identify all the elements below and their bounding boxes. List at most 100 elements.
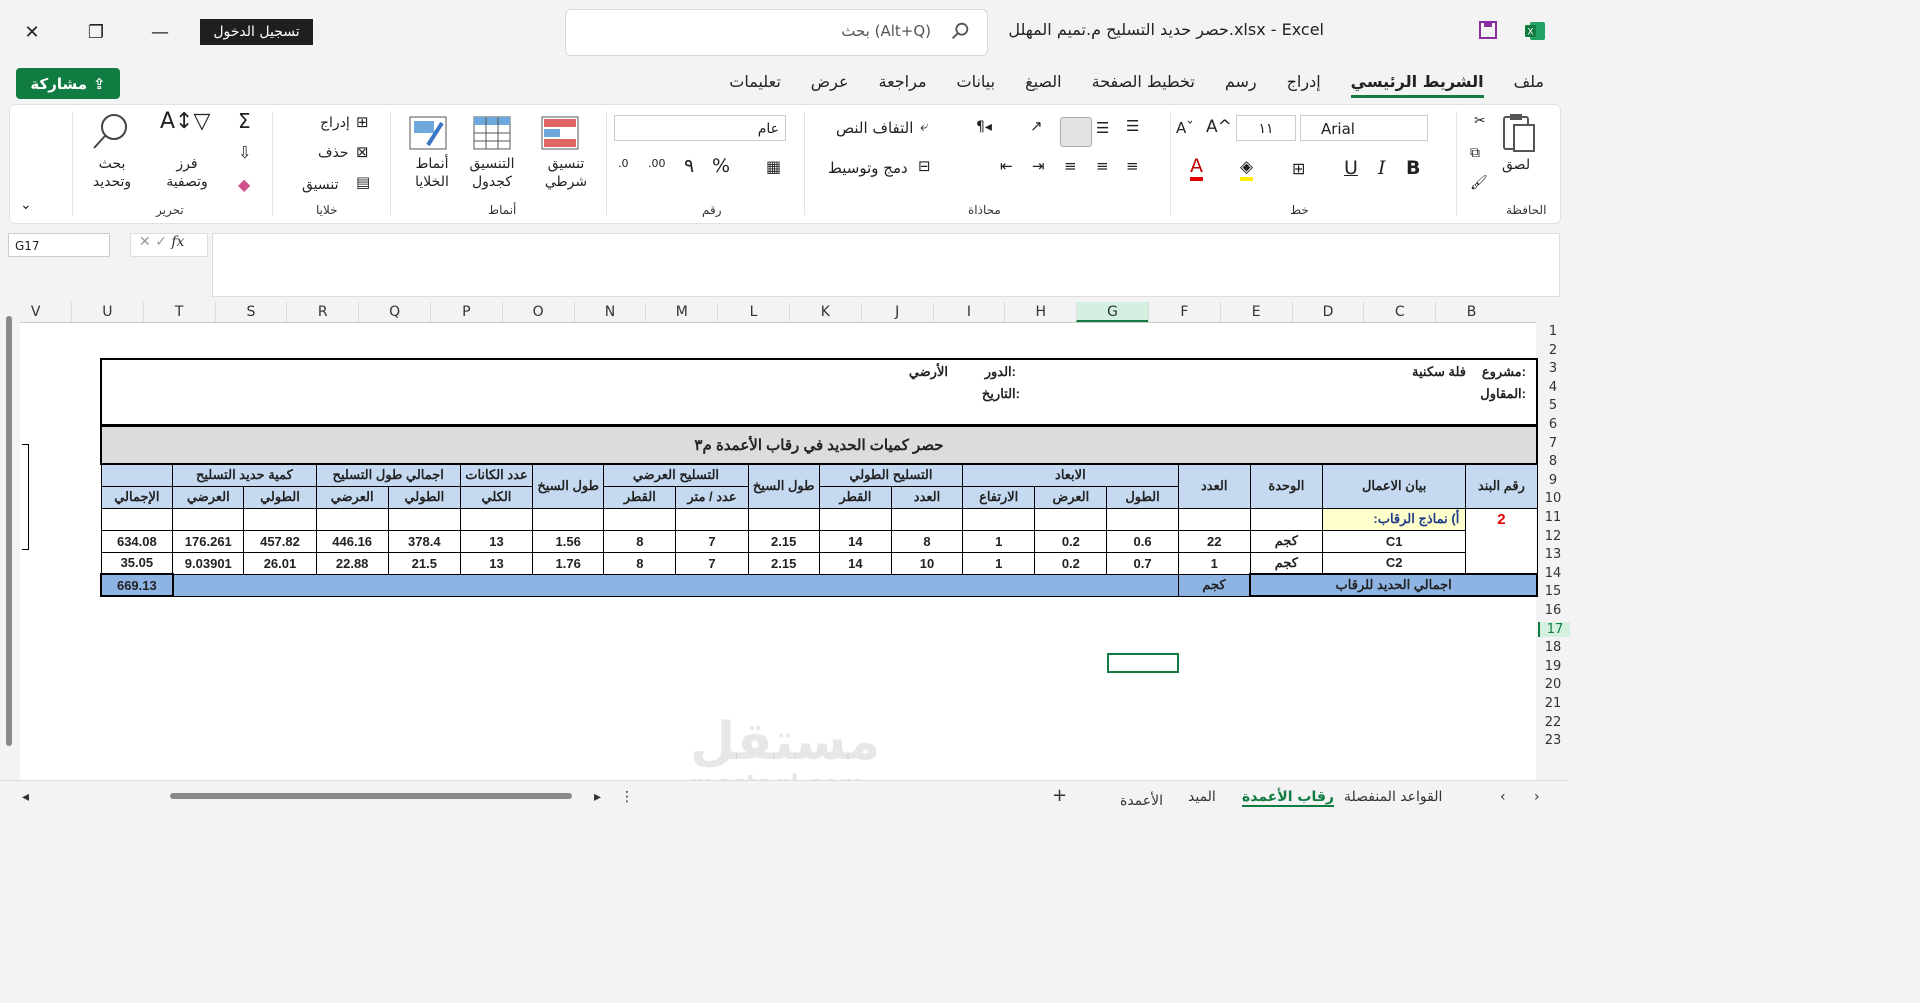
column-header[interactable]: G — [1076, 302, 1148, 322]
row-header[interactable]: 10 — [1538, 491, 1568, 506]
column-label-cell[interactable]: C1 — [1321, 529, 1467, 553]
table-cell[interactable]: كجم — [1249, 529, 1323, 553]
vertical-scrollbar[interactable] — [6, 316, 12, 746]
signin-button[interactable]: تسجيل الدخول — [200, 19, 313, 45]
sheet-tab-beams[interactable]: الميد — [1188, 789, 1216, 805]
selected-cell-g17[interactable] — [1107, 653, 1179, 673]
row-header[interactable]: 15 — [1538, 584, 1568, 599]
italic-icon[interactable]: I — [1378, 157, 1386, 179]
decrease-font-icon[interactable]: Aˇ — [1176, 119, 1194, 137]
tab-page-layout[interactable]: تخطيط الصفحة — [1092, 72, 1195, 98]
table-cell[interactable]: 8 — [603, 529, 677, 553]
row-header[interactable]: 5 — [1538, 398, 1568, 413]
column-header[interactable]: N — [573, 302, 646, 322]
column-header[interactable]: P — [430, 302, 502, 322]
column-header[interactable]: K — [789, 302, 861, 322]
rtl-direction-icon[interactable]: ¶◂ — [976, 119, 992, 135]
table-cell[interactable]: 0.2 — [1034, 529, 1108, 553]
restore-icon[interactable]: ❐ — [82, 18, 110, 46]
font-color-icon[interactable]: A — [1190, 155, 1203, 181]
row-header[interactable]: 22 — [1538, 715, 1568, 730]
align-top-icon[interactable]: ☰ — [1126, 117, 1139, 135]
column-header[interactable]: D — [1291, 302, 1364, 322]
copy-icon[interactable]: ⧉ — [1470, 145, 1480, 161]
save-icon[interactable] — [1478, 20, 1498, 40]
row-header[interactable]: 12 — [1538, 529, 1568, 544]
column-header[interactable]: S — [214, 302, 287, 322]
collapse-ribbon-icon[interactable]: ⌄ — [20, 197, 32, 213]
horizontal-scrollbar[interactable] — [170, 793, 572, 799]
increase-font-icon[interactable]: A^ — [1206, 117, 1232, 137]
fill-color-icon[interactable]: ◈ — [1240, 157, 1254, 181]
tab-formulas[interactable]: الصيغ — [1025, 72, 1062, 98]
table-cell[interactable]: 1 — [962, 551, 1036, 575]
sheet-tab-footings[interactable]: القواعد المنفصلة — [1344, 789, 1442, 805]
search-box[interactable]: بحث (Alt+Q) — [565, 9, 988, 56]
table-cell[interactable]: 2.15 — [747, 529, 820, 553]
table-cell[interactable]: 35.05 — [100, 551, 174, 575]
increase-decimal-icon[interactable]: .00 — [648, 157, 666, 170]
row-header[interactable]: 6 — [1538, 417, 1568, 432]
row-header[interactable]: 13 — [1538, 547, 1568, 562]
paste-label[interactable]: لصق — [1502, 157, 1530, 173]
row-header[interactable]: 16 — [1538, 603, 1568, 618]
row-header[interactable]: 4 — [1538, 380, 1568, 395]
table-cell[interactable]: 1 — [962, 529, 1036, 553]
table-cell[interactable]: 0.6 — [1106, 529, 1179, 553]
clear-icon[interactable]: ◆ — [238, 175, 250, 194]
table-cell[interactable]: 26.01 — [243, 551, 317, 575]
enter-icon[interactable]: ✓ — [155, 234, 167, 250]
table-cell[interactable]: 13 — [459, 551, 534, 575]
wrap-text-icon[interactable]: ⤶ — [920, 117, 928, 135]
table-cell[interactable]: 7 — [675, 529, 749, 553]
row-header[interactable]: 23 — [1538, 733, 1568, 748]
table-cell[interactable]: كجم — [1249, 551, 1323, 575]
row-header[interactable]: 21 — [1538, 696, 1568, 711]
align-middle-icon[interactable]: ☰ — [1096, 119, 1109, 137]
number-format-select[interactable]: عام — [614, 115, 786, 141]
format-as-table-label[interactable]: التنسيق كجدول — [462, 155, 522, 191]
align-right-icon[interactable]: ≡ — [1126, 157, 1139, 175]
row-header[interactable]: 2 — [1538, 343, 1568, 358]
column-header[interactable]: Q — [358, 302, 430, 322]
tab-draw[interactable]: رسم — [1225, 72, 1257, 98]
table-cell[interactable]: 22.88 — [315, 551, 389, 575]
align-center-icon[interactable]: ≡ — [1096, 157, 1109, 175]
table-cell[interactable]: 378.4 — [387, 529, 461, 553]
column-header[interactable]: F — [1148, 302, 1220, 322]
row-header[interactable]: 8 — [1538, 454, 1568, 469]
sheet-tab-column-necks[interactable]: رقاب الأعمدة — [1242, 789, 1334, 807]
splitter-icon[interactable]: ⋮ — [620, 789, 634, 805]
merge-center-icon[interactable]: ⊟ — [918, 157, 931, 175]
column-header[interactable]: T — [142, 302, 215, 322]
column-header[interactable]: M — [645, 302, 717, 322]
table-cell[interactable]: 1.56 — [532, 529, 605, 553]
table-cell[interactable]: 9.03901 — [172, 551, 245, 575]
column-header[interactable]: H — [1004, 302, 1076, 322]
table-cell[interactable]: 7 — [675, 551, 749, 575]
format-cells-icon[interactable]: ▤ — [356, 173, 370, 191]
align-left-icon[interactable]: ≡ — [1064, 157, 1077, 175]
tab-help[interactable]: تعليمات — [729, 72, 780, 98]
row-header[interactable]: 9 — [1538, 473, 1568, 488]
table-cell[interactable]: 14 — [818, 529, 892, 553]
table-cell[interactable]: 13 — [459, 529, 534, 553]
tabs-next-icon[interactable]: › — [1534, 789, 1540, 805]
column-header[interactable]: R — [286, 302, 358, 322]
column-header[interactable]: U — [71, 302, 143, 322]
table-cell[interactable]: 8 — [890, 529, 964, 553]
table-cell[interactable]: 446.16 — [315, 529, 389, 553]
tab-review[interactable]: مراجعة — [878, 72, 926, 98]
scroll-right-icon[interactable]: ▸ — [594, 789, 601, 805]
table-cell[interactable]: 8 — [603, 551, 677, 575]
font-size-select[interactable]: ١١ — [1236, 115, 1296, 141]
cut-icon[interactable]: ✂ — [1474, 113, 1486, 129]
table-cell[interactable]: 176.261 — [172, 529, 245, 553]
table-cell[interactable]: 1.76 — [532, 551, 605, 575]
comma-style-icon[interactable]: ٩ — [684, 155, 694, 177]
row-header[interactable]: 3 — [1538, 361, 1568, 376]
find-select-icon[interactable] — [90, 111, 130, 151]
row-header[interactable]: 18 — [1538, 640, 1568, 655]
row-header[interactable]: 17 — [1538, 621, 1570, 637]
autosum-icon[interactable]: Σ — [238, 109, 251, 133]
